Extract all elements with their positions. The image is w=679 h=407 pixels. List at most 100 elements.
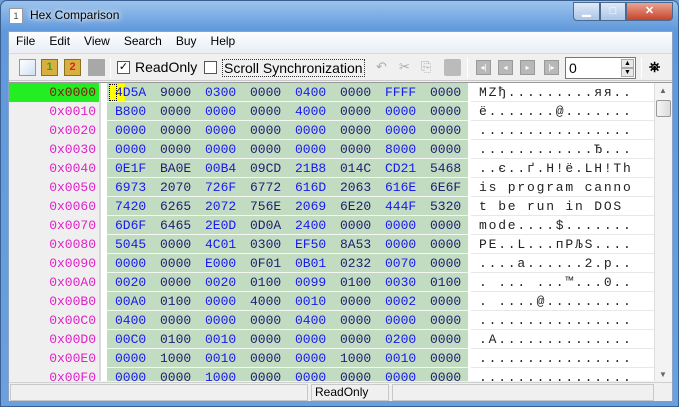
hex-word[interactable]: 0000 — [160, 121, 191, 140]
hex-word[interactable]: 0010 — [205, 349, 236, 368]
table-row[interactable]: 0x00B0 00A0 0100 0000 4000 0010 0000 0002 0000 . … — [9, 292, 672, 311]
hex-word[interactable]: 0000 — [250, 311, 281, 330]
hex-word[interactable]: 0000 — [115, 254, 146, 273]
hex-word[interactable]: 0000 — [430, 254, 461, 273]
undo-icon[interactable]: ↶ — [376, 59, 393, 76]
hex-word[interactable]: 21B8 — [295, 159, 326, 178]
hex-word[interactable]: E000 — [205, 254, 236, 273]
hex-word[interactable]: B800 — [115, 102, 146, 121]
table-row[interactable]: 0x00A0 0020 0000 0020 0100 0099 0100 0030 0100 . … — [9, 273, 672, 292]
hex-word[interactable]: 0099 — [295, 273, 326, 292]
table-row[interactable]: 0x0060 7420 6265 2072 756E 2069 6E20 444F 5320 t … — [9, 197, 672, 216]
hex-word[interactable]: EF50 — [295, 235, 326, 254]
hex-word[interactable]: 0D0A — [250, 216, 281, 235]
hex-word[interactable]: 00B4 — [205, 159, 236, 178]
hex-word[interactable]: 0000 — [295, 368, 326, 381]
table-row[interactable]: 0x0050 6973 2070 726F 6772 616D 2063 616E 6E6F is… — [9, 178, 672, 197]
next-difference-icon[interactable]: ▸ — [520, 60, 535, 75]
row-text[interactable]: is program canno — [479, 178, 633, 197]
hex-word[interactable]: 6D6F — [115, 216, 146, 235]
title-bar[interactable]: 1 Hex Comparison ▁ □ ✕ — [1, 1, 679, 31]
table-row[interactable]: 0x0010 B800 0000 0000 0000 4000 0000 0000 0000 ё.… — [9, 102, 672, 121]
row-text[interactable]: .А.............. — [479, 330, 633, 349]
hex-word[interactable]: 0300 — [250, 235, 281, 254]
hex-word[interactable]: 00A0 — [115, 292, 146, 311]
first-difference-icon[interactable]: ◂| — [476, 60, 491, 75]
hex-word[interactable]: 0000 — [160, 311, 191, 330]
table-row[interactable]: 0x00D0 00C0 0100 0010 0000 0000 0000 0200 0000 .А… — [9, 330, 672, 349]
table-row[interactable]: 0x0090 0000 0000 E000 0F01 0B01 0232 0070 0000..… — [9, 254, 672, 273]
hex-word[interactable]: 0000 — [205, 140, 236, 159]
hex-word[interactable]: 0000 — [160, 235, 191, 254]
hex-word[interactable]: 0000 — [430, 311, 461, 330]
maximize-button[interactable]: □ — [600, 2, 626, 21]
hex-word[interactable]: 0400 — [295, 83, 326, 102]
hex-word[interactable]: 0000 — [250, 140, 281, 159]
hex-word[interactable]: 0000 — [295, 121, 326, 140]
hex-word[interactable]: 0100 — [430, 273, 461, 292]
hex-word[interactable]: 0000 — [385, 102, 416, 121]
scroll-up-icon[interactable]: ▲ — [659, 86, 667, 95]
open-file-1-icon[interactable]: 1 — [41, 59, 58, 76]
table-row[interactable]: 0x0000 4D5A 9000 0300 0000 0400 0000 FFFF 0000 MZ… — [9, 83, 672, 102]
hex-word[interactable]: 0010 — [295, 292, 326, 311]
table-row[interactable]: 0x0080 5045 0000 4C01 0300 EF50 8A53 0000 0000 PE… — [9, 235, 672, 254]
hex-word[interactable]: 2072 — [205, 197, 236, 216]
hex-word[interactable]: 6E20 — [340, 197, 371, 216]
table-row[interactable]: 0x00F0 0000 0000 1000 0000 0000 0000 0000 0000..… — [9, 368, 672, 381]
menu-edit[interactable]: Edit — [42, 32, 77, 52]
hex-word[interactable]: 0000 — [160, 273, 191, 292]
hex-word[interactable]: 0000 — [430, 292, 461, 311]
table-row[interactable]: 0x0020 0000 0000 0000 0000 0000 0000 0000 0000..… — [9, 121, 672, 140]
hex-word[interactable]: 2E0D — [205, 216, 236, 235]
hex-word[interactable]: 0000 — [250, 83, 281, 102]
hex-word[interactable]: 00C0 — [115, 330, 146, 349]
open-file-2-icon[interactable]: 2 — [64, 59, 81, 76]
hex-word[interactable]: 6E6F — [430, 178, 461, 197]
hex-word[interactable]: 0010 — [205, 330, 236, 349]
hex-word[interactable]: 0200 — [385, 330, 416, 349]
hex-word[interactable]: 7420 — [115, 197, 146, 216]
hex-word[interactable]: 0002 — [385, 292, 416, 311]
hex-word[interactable]: 6973 — [115, 178, 146, 197]
hex-word[interactable]: 0100 — [160, 330, 191, 349]
hex-word[interactable]: 0000 — [205, 102, 236, 121]
hex-word[interactable]: 4000 — [250, 292, 281, 311]
hex-word[interactable]: 0300 — [205, 83, 236, 102]
hex-word[interactable]: 0000 — [385, 235, 416, 254]
hex-word[interactable]: 8000 — [385, 140, 416, 159]
hex-word[interactable]: 0000 — [295, 140, 326, 159]
hex-word[interactable]: 5045 — [115, 235, 146, 254]
menu-file[interactable]: File — [9, 32, 42, 52]
hex-word[interactable]: 0000 — [115, 140, 146, 159]
table-row[interactable]: 0x00E0 0000 1000 0010 0000 0000 1000 0010 0000..… — [9, 349, 672, 368]
hex-word[interactable]: 0000 — [340, 311, 371, 330]
hex-word[interactable]: 444F — [385, 197, 416, 216]
hex-word[interactable]: 0000 — [115, 368, 146, 381]
new-file-icon[interactable] — [19, 59, 36, 76]
hex-word[interactable]: 0000 — [160, 368, 191, 381]
hex-word[interactable]: 0000 — [205, 311, 236, 330]
hex-word[interactable]: 0400 — [295, 311, 326, 330]
hex-word[interactable]: 1000 — [160, 349, 191, 368]
table-row[interactable]: 0x0030 0000 0000 0000 0000 0000 0000 8000 0000..… — [9, 140, 672, 159]
row-text[interactable]: ё.......@....... — [479, 102, 633, 121]
hex-word[interactable]: 1000 — [205, 368, 236, 381]
spin-down-icon[interactable]: ▼ — [621, 68, 634, 77]
hex-word[interactable]: 5320 — [430, 197, 461, 216]
row-text[interactable]: mode....$....... — [479, 216, 633, 235]
offset-value[interactable]: 0 — [569, 60, 577, 76]
previous-difference-icon[interactable]: ◂ — [498, 60, 513, 75]
hex-word[interactable]: 756E — [250, 197, 281, 216]
readonly-label[interactable]: ReadOnly — [135, 59, 197, 75]
hex-word[interactable]: 0400 — [115, 311, 146, 330]
row-text[interactable]: ..є..ґ.Н!ё.LН!Th — [479, 159, 633, 178]
hex-word[interactable]: 0000 — [385, 121, 416, 140]
row-text[interactable]: ............Ђ... — [479, 140, 633, 159]
scroll-sync-checkbox[interactable] — [204, 61, 217, 74]
hex-word[interactable]: 0000 — [250, 330, 281, 349]
hex-word[interactable]: 616D — [295, 178, 326, 197]
hex-word[interactable]: FFFF — [385, 83, 416, 102]
hex-word[interactable]: 0000 — [160, 140, 191, 159]
hex-word[interactable]: 014C — [340, 159, 371, 178]
